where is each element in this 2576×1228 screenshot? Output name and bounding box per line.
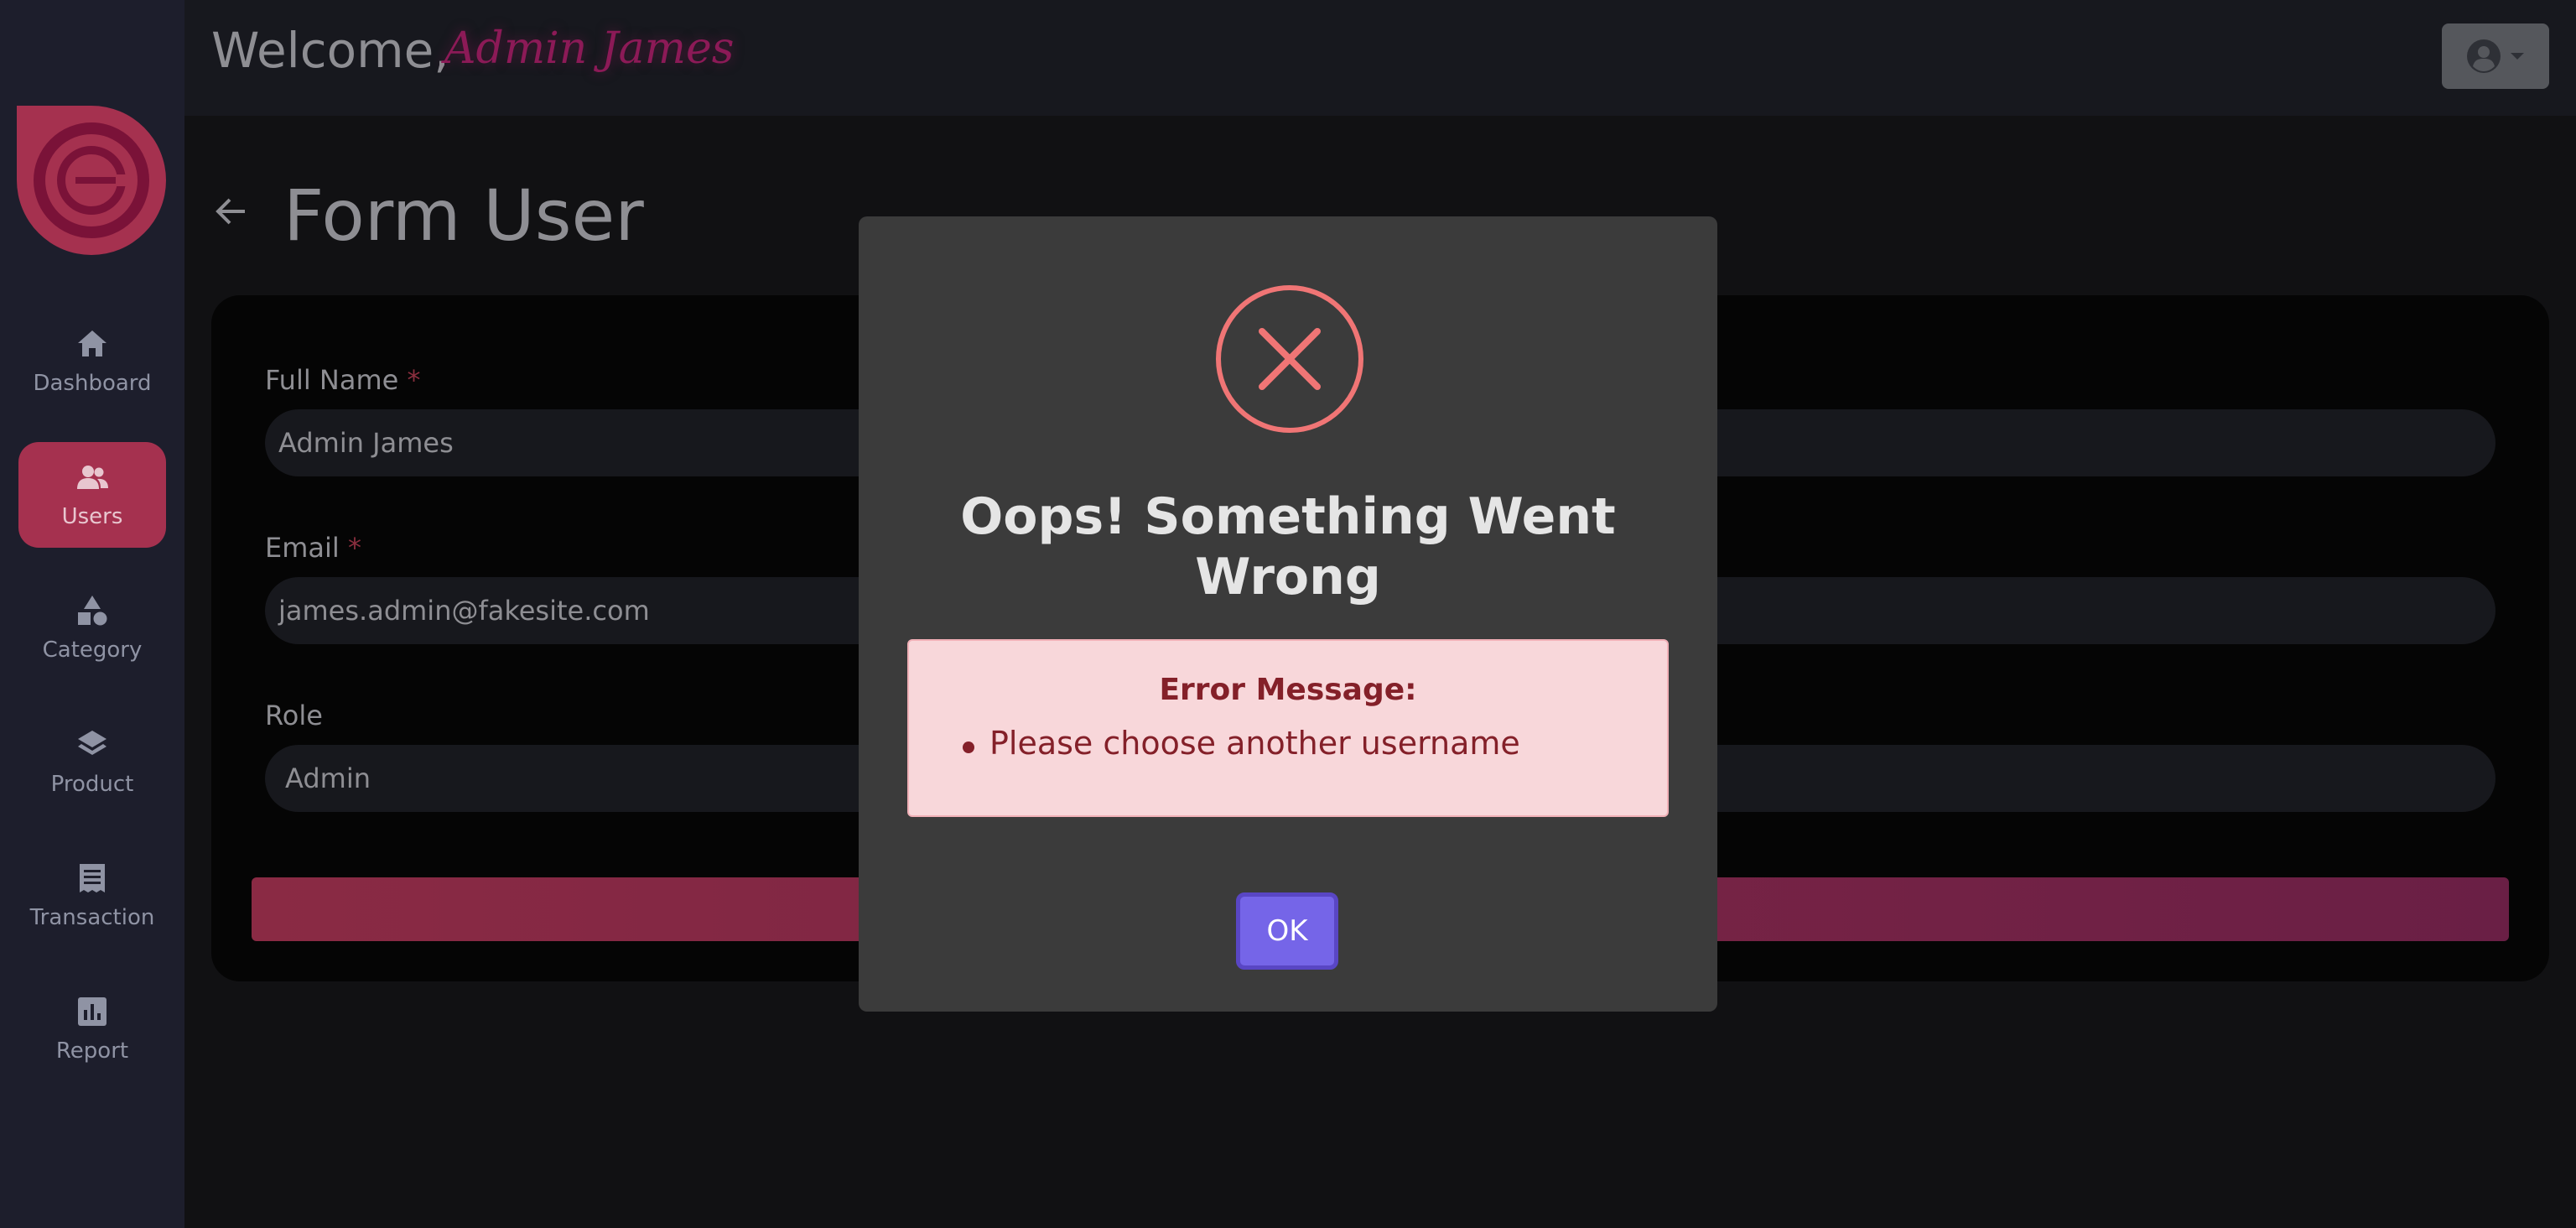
email-label: Email * [265, 532, 361, 564]
sidebar-item-label: Category [42, 637, 143, 663]
app-logo [17, 106, 166, 255]
user-menu-button[interactable] [2442, 23, 2549, 89]
error-dialog: Oops! Something Went Wrong Error Message… [859, 216, 1717, 1012]
sidebar: Dashboard Users Category Product Transac… [0, 0, 184, 1228]
welcome-text: Welcome, [211, 22, 449, 79]
page-title: Form User [283, 174, 644, 257]
receipt-icon [80, 864, 105, 892]
role-label: Role [265, 700, 323, 731]
error-item: Please choose another username [989, 725, 1520, 762]
sidebar-item-label: Product [50, 772, 134, 797]
error-heading: Error Message: [1159, 673, 1417, 707]
sidebar-item-transaction[interactable]: Transaction [18, 843, 166, 949]
user-circle-icon [2467, 39, 2501, 73]
home-icon [78, 330, 106, 356]
sidebar-item-product[interactable]: Product [18, 710, 166, 815]
chart-icon [78, 997, 106, 1026]
sidebar-item-label: Transaction [29, 905, 155, 930]
sidebar-item-dashboard[interactable]: Dashboard [18, 309, 166, 414]
sidebar-item-label: Dashboard [33, 371, 152, 396]
bullet [963, 741, 974, 753]
sidebar-item-label: Report [55, 1038, 129, 1064]
ok-button[interactable]: OK [1236, 892, 1338, 970]
sidebar-item-users[interactable]: Users [18, 442, 166, 548]
back-arrow-icon[interactable] [211, 191, 252, 232]
welcome-user-name: Admin James [444, 23, 735, 74]
sidebar-item-label: Users [61, 504, 123, 529]
shapes-icon [78, 596, 107, 626]
caret-down-icon [2511, 53, 2524, 60]
sidebar-item-report[interactable]: Report [18, 976, 166, 1082]
sidebar-item-category[interactable]: Category [18, 575, 166, 681]
error-x-icon [1216, 285, 1363, 433]
error-message-box: Error Message: Please choose another use… [907, 639, 1669, 817]
users-icon [77, 466, 108, 489]
layers-icon [78, 731, 106, 755]
dialog-title: Oops! Something Went Wrong [960, 487, 1616, 606]
full-name-label: Full Name * [265, 364, 421, 396]
